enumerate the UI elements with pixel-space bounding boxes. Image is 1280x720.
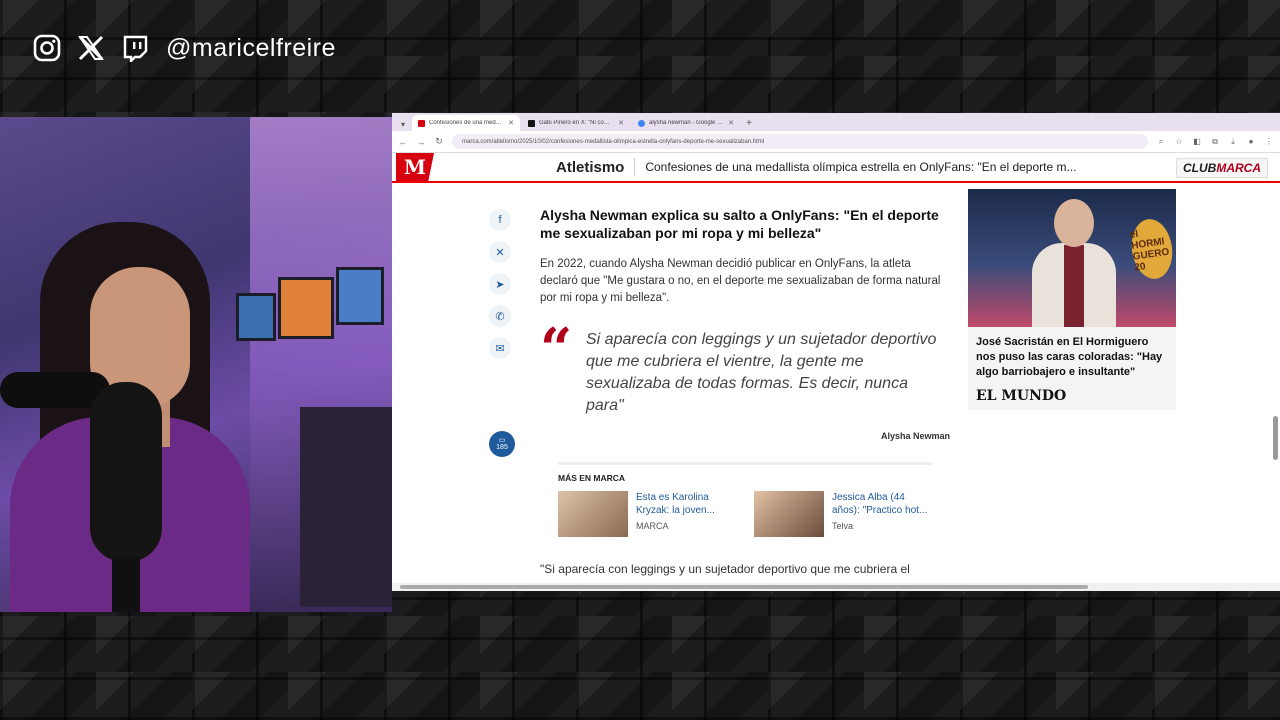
related-title[interactable]: Esta es Karolina Kryzak: la joven...: [636, 491, 736, 517]
downloads-icon[interactable]: ⤓: [1228, 137, 1238, 147]
close-tab-icon[interactable]: ✕: [508, 119, 514, 127]
reload-icon[interactable]: ↻: [434, 136, 444, 147]
back-icon[interactable]: ←: [398, 137, 408, 147]
marca-favicon-icon: [418, 119, 425, 127]
related-thumbnail[interactable]: [754, 491, 824, 537]
x-icon: [76, 33, 106, 63]
header-headline: Confesiones de una medallista olímpica e…: [645, 160, 1077, 174]
close-tab-icon[interactable]: ✕: [618, 119, 624, 127]
related-thumbnail[interactable]: [558, 491, 628, 537]
facebook-share-icon[interactable]: f: [489, 209, 511, 231]
forward-icon[interactable]: →: [416, 137, 426, 147]
related-source: MARCA: [636, 521, 669, 531]
new-tab-button[interactable]: +: [742, 115, 756, 131]
browser-window: ▾ Confesiones de una medallista ✕ Gabi P…: [392, 113, 1280, 591]
mas-en-marca-title: MÁS EN MARCA: [558, 473, 626, 483]
horizontal-scrollbar[interactable]: [400, 585, 1088, 589]
section-title[interactable]: Atletismo: [556, 159, 624, 176]
social-overlay: @maricelfreire: [32, 28, 336, 68]
vertical-scrollbar[interactable]: [1273, 416, 1278, 460]
comments-button[interactable]: ▭ 185: [489, 431, 515, 457]
mas-en-marca: MÁS EN MARCA Esta es Karolina Kryzak: la…: [558, 462, 932, 537]
promo-image[interactable]: el HORMI GUERO 20: [968, 189, 1176, 327]
puzzle-icon[interactable]: ⧉: [1210, 137, 1220, 147]
zoom-icon[interactable]: ⌕: [1156, 137, 1166, 147]
comments-count: 185: [496, 444, 508, 451]
extension-icon[interactable]: ◧: [1192, 137, 1202, 146]
related-item[interactable]: Jessica Alba (44 años): "Practico hot...…: [754, 491, 932, 537]
address-bar-row: ← → ↻ marca.com/atletismo/2025/10/02/con…: [392, 131, 1280, 153]
related-item[interactable]: Esta es Karolina Kryzak: la joven... MAR…: [558, 491, 736, 537]
tab-marca[interactable]: Confesiones de una medallista ✕: [412, 115, 520, 131]
tab-x[interactable]: Gabi Piñero en X: "Ni como p ✕: [522, 115, 630, 131]
tab-google[interactable]: alysha newman - Google Searc ✕: [632, 115, 740, 131]
url-field[interactable]: marca.com/atletismo/2025/10/02/confesion…: [452, 134, 1148, 149]
x-share-icon[interactable]: ✕: [489, 241, 511, 263]
close-tab-icon[interactable]: ✕: [728, 119, 734, 127]
channel-handle: @maricelfreire: [166, 33, 336, 62]
email-share-icon[interactable]: ✉: [489, 337, 511, 359]
telegram-share-icon[interactable]: ➤: [489, 273, 511, 295]
x-favicon-icon: [528, 119, 535, 127]
whatsapp-share-icon[interactable]: ✆: [489, 305, 511, 327]
quote-author: Alysha Newman: [880, 431, 950, 441]
site-header: M Atletismo Confesiones de una medallist…: [392, 153, 1280, 183]
comment-icon: ▭: [498, 437, 506, 444]
tab-list-button[interactable]: ▾: [396, 117, 410, 131]
microphone: [90, 382, 162, 562]
related-source: Telva: [832, 521, 854, 531]
share-bar: f ✕ ➤ ✆ ✉: [489, 209, 511, 359]
google-favicon-icon: [638, 119, 645, 127]
article-paragraph-continued: "Si aparecía con leggings y un sujetador…: [540, 562, 910, 576]
sidebar-promo[interactable]: el HORMI GUERO 20 José Sacristán en El H…: [968, 189, 1176, 410]
webcam-feed: [0, 117, 392, 612]
twitch-icon: [120, 33, 150, 63]
instagram-icon: [32, 33, 62, 63]
article-body: Alysha Newman explica su salto a OnlyFan…: [540, 206, 950, 441]
bookmark-star-icon[interactable]: ☆: [1174, 137, 1184, 146]
el-mundo-logo: EL MUNDO: [976, 388, 1067, 404]
marca-logo[interactable]: M: [396, 153, 434, 181]
pull-quote: “ Si aparecía con leggings y un sujetado…: [540, 321, 950, 441]
quote-mark-icon: “: [540, 316, 573, 382]
tab-strip: ▾ Confesiones de una medallista ✕ Gabi P…: [392, 113, 1280, 131]
quote-text: Si aparecía con leggings y un sujetador …: [586, 331, 937, 414]
profile-icon[interactable]: ●: [1246, 137, 1256, 146]
club-marca-button[interactable]: CLUB MARCA: [1176, 158, 1268, 178]
menu-icon[interactable]: ⋮: [1264, 137, 1274, 146]
hormiguero-sign: el HORMI GUERO 20: [1128, 216, 1176, 282]
related-title[interactable]: Jessica Alba (44 años): "Practico hot...: [832, 491, 932, 517]
promo-headline[interactable]: José Sacristán en El Hormiguero nos puso…: [976, 335, 1168, 380]
article-subtitle: Alysha Newman explica su salto a OnlyFan…: [540, 207, 939, 241]
article-paragraph: En 2022, cuando Alysha Newman decidió pu…: [540, 258, 941, 304]
